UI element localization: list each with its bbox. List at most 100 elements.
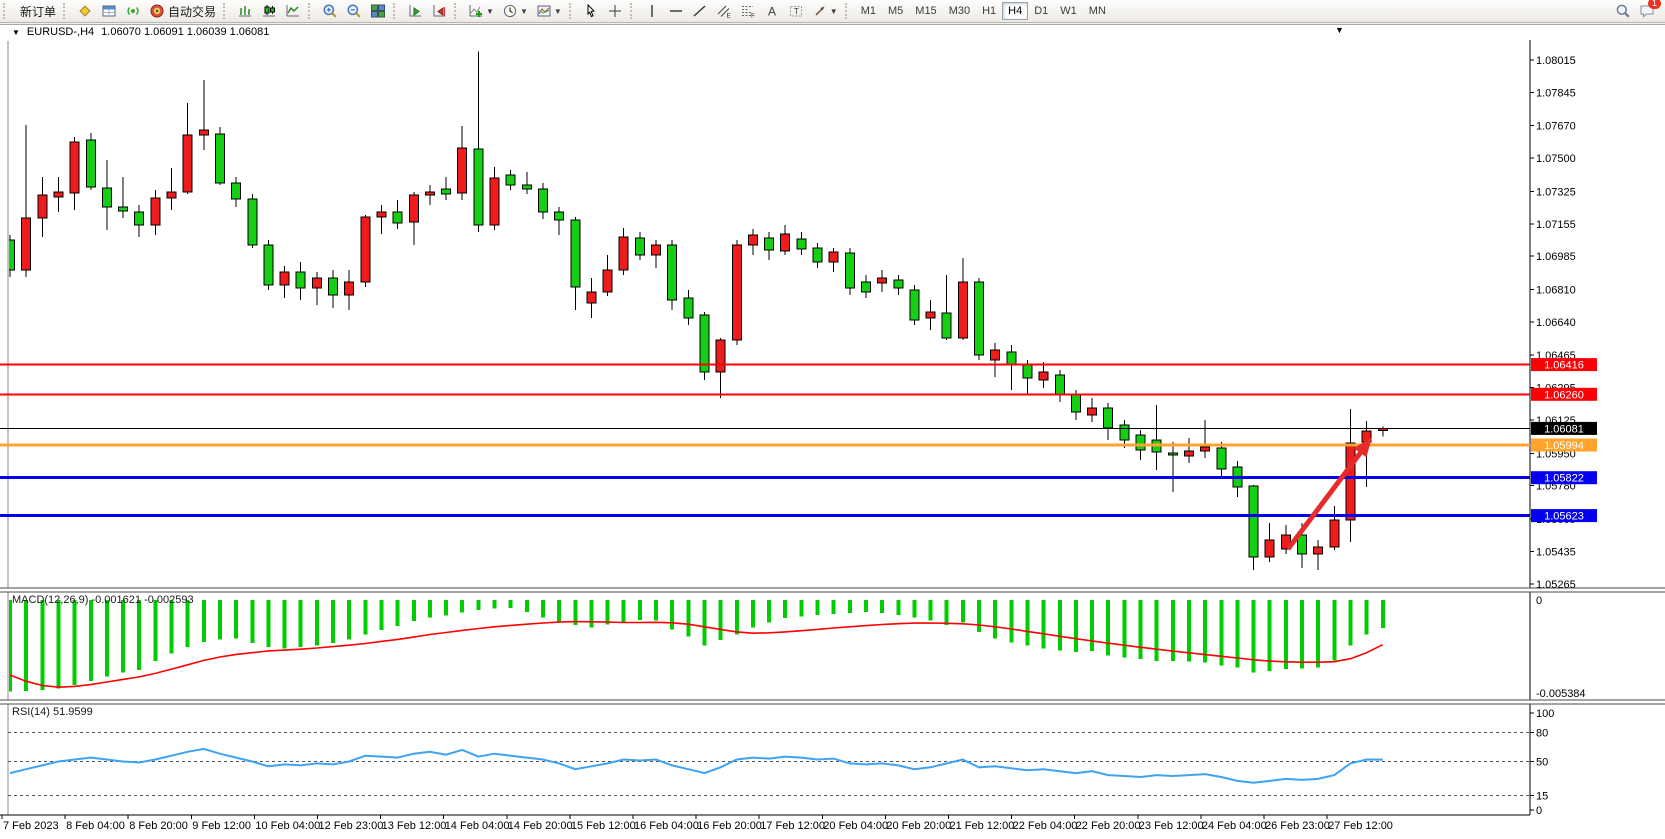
chart-corner-marker-icon[interactable]: ▼ — [1335, 25, 1344, 35]
svg-text:16 Feb 04:00: 16 Feb 04:00 — [634, 820, 699, 832]
svg-text:12 Feb 23:00: 12 Feb 23:00 — [319, 820, 384, 832]
svg-text:1.05994: 1.05994 — [1544, 440, 1584, 452]
tile-windows-button[interactable] — [367, 0, 389, 22]
timeframe-m1-button[interactable]: M1 — [855, 2, 882, 20]
crosshair-glyph — [607, 3, 623, 19]
window-glyph — [101, 3, 117, 19]
history-center-icon[interactable] — [74, 0, 96, 22]
signals-icon[interactable] — [122, 0, 144, 22]
svg-text:80: 80 — [1536, 727, 1548, 739]
svg-text:1.08015: 1.08015 — [1536, 55, 1576, 67]
macd-panel: MACD(12,26,9) -0.001621 -0.002593 — [8, 594, 1385, 692]
timeframe-m30-button[interactable]: M30 — [943, 2, 976, 20]
svg-text:13 Feb 12:00: 13 Feb 12:00 — [382, 820, 447, 832]
indicators-button[interactable]: ▼ — [465, 0, 497, 22]
toolbar-grip — [569, 3, 575, 19]
fibonacci-button[interactable]: F — [737, 0, 759, 22]
trendline-glyph — [692, 3, 708, 19]
svg-text:17 Feb 12:00: 17 Feb 12:00 — [760, 820, 825, 832]
bars-glyph — [237, 3, 253, 19]
timeframe-m5-button[interactable]: M5 — [882, 2, 909, 20]
templates-button[interactable]: ▼ — [533, 0, 565, 22]
auto-scroll-button[interactable] — [404, 0, 426, 22]
ohlc-values: 1.06070 1.06091 1.06039 1.06081 — [101, 26, 269, 38]
time-axis[interactable]: 7 Feb 20238 Feb 04:008 Feb 20:009 Feb 12… — [2, 815, 1393, 832]
timeframe-mn-button[interactable]: MN — [1083, 2, 1112, 20]
main-toolbar: 新订单自动交易▼▼▼EFAT▼M1M5M15M30H1H4D1W1MN1 — [0, 0, 1665, 23]
shapes-button[interactable]: ▼ — [809, 0, 841, 22]
svg-text:10 Feb 04:00: 10 Feb 04:00 — [255, 820, 320, 832]
zoom-out-button[interactable] — [343, 0, 365, 22]
zoom-in-button[interactable] — [319, 0, 341, 22]
price-badge: 1.05994 — [1531, 439, 1597, 453]
periods-button[interactable]: ▼ — [499, 0, 531, 22]
horizontal-line-button[interactable] — [665, 0, 687, 22]
trendline-button[interactable] — [689, 0, 711, 22]
channel-button[interactable]: E — [713, 0, 735, 22]
price-badge: 1.06081 — [1531, 422, 1597, 436]
text-label-button[interactable]: T — [785, 0, 807, 22]
fibo-glyph: F — [740, 3, 756, 19]
svg-text:1.06985: 1.06985 — [1536, 251, 1576, 263]
line-chart-button[interactable] — [282, 0, 304, 22]
chart-shift-button[interactable] — [428, 0, 450, 22]
toolbar-grip — [630, 3, 636, 19]
new-order-button[interactable]: 新订单 — [14, 0, 59, 22]
timeframe-h1-button[interactable]: H1 — [976, 2, 1002, 20]
linechart-glyph — [285, 3, 301, 19]
svg-text:F: F — [751, 13, 755, 20]
rsi-line — [10, 749, 1383, 783]
rsi-label: RSI(14) 51.9599 — [12, 706, 93, 718]
market-watch-icon[interactable] — [98, 0, 120, 22]
svg-text:0: 0 — [1536, 595, 1542, 607]
price-chart-canvas[interactable]: MACD(12,26,9) -0.001621 -0.002593 RSI(14)… — [0, 0, 1665, 838]
svg-text:1.06260: 1.06260 — [1544, 389, 1584, 401]
timeframe-w1-button[interactable]: W1 — [1054, 2, 1083, 20]
vertical-line-button[interactable] — [641, 0, 663, 22]
svg-text:26 Feb 23:00: 26 Feb 23:00 — [1265, 820, 1330, 832]
dropdown-caret-icon: ▼ — [486, 7, 494, 16]
crosshair-button[interactable] — [604, 0, 626, 22]
search-glyph — [1615, 3, 1631, 19]
autoscroll-glyph — [407, 3, 423, 19]
svg-text:1.07845: 1.07845 — [1536, 87, 1576, 99]
svg-text:1.05822: 1.05822 — [1544, 473, 1584, 485]
svg-text:16 Feb 20:00: 16 Feb 20:00 — [697, 820, 762, 832]
chartshift-glyph — [431, 3, 447, 19]
auto-trading-button[interactable]: 自动交易 — [146, 0, 219, 22]
svg-text:1.06810: 1.06810 — [1536, 285, 1576, 297]
svg-text:T: T — [794, 6, 799, 16]
svg-text:21 Feb 12:00: 21 Feb 12:00 — [950, 820, 1015, 832]
text-button[interactable]: A — [761, 0, 783, 22]
hline-glyph — [668, 3, 684, 19]
svg-text:9 Feb 12:00: 9 Feb 12:00 — [192, 820, 251, 832]
search-button[interactable] — [1612, 0, 1634, 22]
notification-badge: 1 — [1648, 0, 1661, 9]
cursor-button[interactable] — [580, 0, 602, 22]
toolbar-grip — [3, 3, 9, 19]
timeframe-d1-button[interactable]: D1 — [1028, 2, 1054, 20]
timeframe-h4-button[interactable]: H4 — [1002, 2, 1028, 20]
svg-text:1.07500: 1.07500 — [1536, 153, 1576, 165]
signal-glyph — [125, 3, 141, 19]
svg-text:7 Feb 2023: 7 Feb 2023 — [3, 820, 59, 832]
dropdown-caret-icon: ▼ — [830, 7, 838, 16]
hline-objects[interactable] — [0, 365, 1530, 516]
price-badge: 1.06260 — [1531, 388, 1597, 402]
channel-glyph: E — [716, 3, 732, 19]
chart-menu-icon[interactable]: ▼ — [12, 28, 20, 37]
macd-signal-line — [10, 622, 1383, 688]
chat-button[interactable]: 1 — [1636, 0, 1658, 22]
symbol-period-label: EURUSD-,H4 — [27, 26, 94, 38]
gold-glyph — [77, 3, 93, 19]
svg-text:15 Feb 12:00: 15 Feb 12:00 — [571, 820, 636, 832]
svg-text:22 Feb 20:00: 22 Feb 20:00 — [1076, 820, 1141, 832]
timeframe-m15-button[interactable]: M15 — [909, 2, 942, 20]
svg-text:1.06416: 1.06416 — [1544, 360, 1584, 372]
candlestick-chart-button[interactable] — [258, 0, 280, 22]
svg-text:24 Feb 04:00: 24 Feb 04:00 — [1202, 820, 1267, 832]
tiles-glyph — [370, 3, 386, 19]
candles-layer — [6, 51, 1388, 570]
bar-chart-button[interactable] — [234, 0, 256, 22]
svg-text:15: 15 — [1536, 790, 1548, 802]
